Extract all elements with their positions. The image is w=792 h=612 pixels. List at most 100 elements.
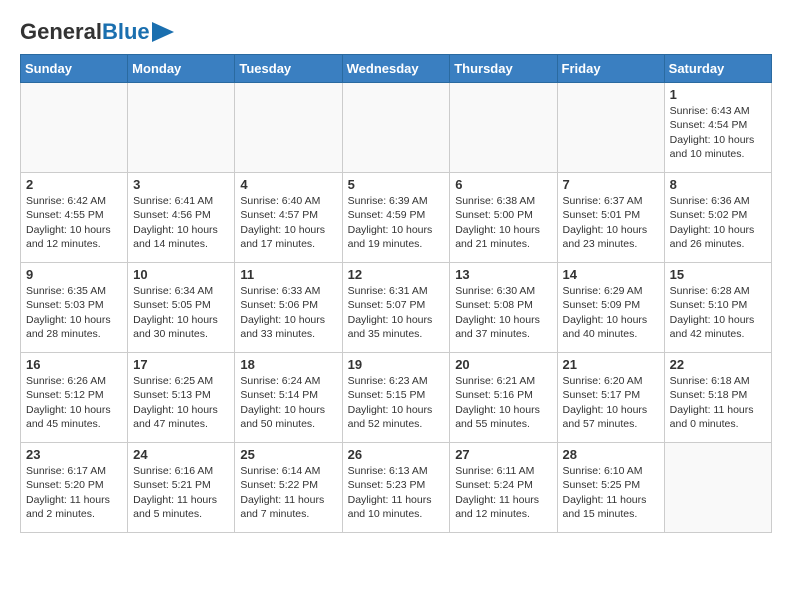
calendar-cell: 5Sunrise: 6:39 AM Sunset: 4:59 PM Daylig… <box>342 173 450 263</box>
day-info: Sunrise: 6:25 AM Sunset: 5:13 PM Dayligh… <box>133 374 229 431</box>
calendar-cell: 24 Sunrise: 6:16 AM Sunset: 5:21 PM Dayli… <box>128 443 235 533</box>
calendar-cell: 4 Sunrise: 6:40 AM Sunset: 4:57 PM Daylig… <box>235 173 342 263</box>
day-number: 21 <box>563 357 659 372</box>
day-number: 14 <box>563 267 659 282</box>
day-info: Sunrise: 6:26 AM Sunset: 5:12 PM Dayligh… <box>26 374 122 431</box>
calendar-cell <box>342 83 450 173</box>
day-info: Sunrise: 6:16 AM Sunset: 5:21 PM Dayligh… <box>133 464 229 521</box>
calendar-cell: 6 Sunrise: 6:38 AM Sunset: 5:00 PM Daylig… <box>450 173 557 263</box>
calendar-cell: 28 Sunrise: 6:10 AM Sunset: 5:25 PM Dayli… <box>557 443 664 533</box>
day-info: Sunrise: 6:40 AM Sunset: 4:57 PM Dayligh… <box>240 194 336 251</box>
day-number: 3 <box>133 177 229 192</box>
day-info: Sunrise: 6:23 AM Sunset: 5:15 PM Dayligh… <box>348 374 445 431</box>
day-info: Sunrise: 6:38 AM Sunset: 5:00 PM Dayligh… <box>455 194 551 251</box>
weekday-header-sunday: Sunday <box>21 55 128 83</box>
calendar-cell <box>557 83 664 173</box>
calendar-cell: 17 Sunrise: 6:25 AM Sunset: 5:13 PM Dayli… <box>128 353 235 443</box>
day-info: Sunrise: 6:13 AM Sunset: 5:23 PM Dayligh… <box>348 464 445 521</box>
day-number: 28 <box>563 447 659 462</box>
day-number: 20 <box>455 357 551 372</box>
calendar-cell: 20 Sunrise: 6:21 AM Sunset: 5:16 PM Dayli… <box>450 353 557 443</box>
day-info: Sunrise: 6:30 AM Sunset: 5:08 PM Dayligh… <box>455 284 551 341</box>
calendar-week-row: 16Sunrise: 6:26 AM Sunset: 5:12 PM Dayli… <box>21 353 772 443</box>
day-number: 4 <box>240 177 336 192</box>
day-info: Sunrise: 6:35 AM Sunset: 5:03 PM Dayligh… <box>26 284 122 341</box>
day-info: Sunrise: 6:14 AM Sunset: 5:22 PM Dayligh… <box>240 464 336 521</box>
calendar-cell: 19 Sunrise: 6:23 AM Sunset: 5:15 PM Dayli… <box>342 353 450 443</box>
day-info: Sunrise: 6:29 AM Sunset: 5:09 PM Dayligh… <box>563 284 659 341</box>
calendar-cell: 21 Sunrise: 6:20 AM Sunset: 5:17 PM Dayli… <box>557 353 664 443</box>
day-info: Sunrise: 6:31 AM Sunset: 5:07 PM Dayligh… <box>348 284 445 341</box>
calendar-cell: 16Sunrise: 6:26 AM Sunset: 5:12 PM Dayli… <box>21 353 128 443</box>
day-info: Sunrise: 6:34 AM Sunset: 5:05 PM Dayligh… <box>133 284 229 341</box>
day-number: 19 <box>348 357 445 372</box>
calendar-table: SundayMondayTuesdayWednesdayThursdayFrid… <box>20 54 772 533</box>
day-number: 24 <box>133 447 229 462</box>
day-info: Sunrise: 6:11 AM Sunset: 5:24 PM Dayligh… <box>455 464 551 521</box>
calendar-week-row: 23 Sunrise: 6:17 AM Sunset: 5:20 PM Dayli… <box>21 443 772 533</box>
calendar-cell: 9 Sunrise: 6:35 AM Sunset: 5:03 PM Daylig… <box>21 263 128 353</box>
weekday-header-monday: Monday <box>128 55 235 83</box>
calendar-cell: 14 Sunrise: 6:29 AM Sunset: 5:09 PM Dayli… <box>557 263 664 353</box>
day-info: Sunrise: 6:39 AM Sunset: 4:59 PM Dayligh… <box>348 194 445 251</box>
day-info: Sunrise: 6:21 AM Sunset: 5:16 PM Dayligh… <box>455 374 551 431</box>
calendar-cell: 11 Sunrise: 6:33 AM Sunset: 5:06 PM Dayli… <box>235 263 342 353</box>
day-number: 7 <box>563 177 659 192</box>
day-number: 17 <box>133 357 229 372</box>
weekday-header-tuesday: Tuesday <box>235 55 342 83</box>
calendar-cell: 1 Sunrise: 6:43 AM Sunset: 4:54 PM Daylig… <box>664 83 771 173</box>
day-info: Sunrise: 6:18 AM Sunset: 5:18 PM Dayligh… <box>670 374 766 431</box>
calendar-cell: 25 Sunrise: 6:14 AM Sunset: 5:22 PM Dayli… <box>235 443 342 533</box>
day-info: Sunrise: 6:42 AM Sunset: 4:55 PM Dayligh… <box>26 194 122 251</box>
day-number: 9 <box>26 267 122 282</box>
page-header: GeneralBlue <box>20 20 772 44</box>
day-number: 11 <box>240 267 336 282</box>
calendar-cell <box>664 443 771 533</box>
calendar-cell: 3Sunrise: 6:41 AM Sunset: 4:56 PM Daylig… <box>128 173 235 263</box>
day-number: 22 <box>670 357 766 372</box>
day-number: 1 <box>670 87 766 102</box>
day-number: 15 <box>670 267 766 282</box>
calendar-cell: 26 Sunrise: 6:13 AM Sunset: 5:23 PM Dayli… <box>342 443 450 533</box>
calendar-cell: 7 Sunrise: 6:37 AM Sunset: 5:01 PM Daylig… <box>557 173 664 263</box>
day-info: Sunrise: 6:24 AM Sunset: 5:14 PM Dayligh… <box>240 374 336 431</box>
weekday-header-row: SundayMondayTuesdayWednesdayThursdayFrid… <box>21 55 772 83</box>
calendar-cell <box>450 83 557 173</box>
logo-text: GeneralBlue <box>20 20 150 44</box>
weekday-header-friday: Friday <box>557 55 664 83</box>
logo-arrow-icon <box>152 22 174 42</box>
day-number: 12 <box>348 267 445 282</box>
calendar-cell: 2 Sunrise: 6:42 AM Sunset: 4:55 PM Daylig… <box>21 173 128 263</box>
day-number: 25 <box>240 447 336 462</box>
day-number: 10 <box>133 267 229 282</box>
logo: GeneralBlue <box>20 20 174 44</box>
day-info: Sunrise: 6:17 AM Sunset: 5:20 PM Dayligh… <box>26 464 122 521</box>
calendar-cell: 13 Sunrise: 6:30 AM Sunset: 5:08 PM Dayli… <box>450 263 557 353</box>
calendar-cell: 23 Sunrise: 6:17 AM Sunset: 5:20 PM Dayli… <box>21 443 128 533</box>
weekday-header-wednesday: Wednesday <box>342 55 450 83</box>
day-number: 13 <box>455 267 551 282</box>
calendar-week-row: 2 Sunrise: 6:42 AM Sunset: 4:55 PM Daylig… <box>21 173 772 263</box>
day-info: Sunrise: 6:33 AM Sunset: 5:06 PM Dayligh… <box>240 284 336 341</box>
day-number: 8 <box>670 177 766 192</box>
calendar-cell <box>128 83 235 173</box>
weekday-header-thursday: Thursday <box>450 55 557 83</box>
day-info: Sunrise: 6:10 AM Sunset: 5:25 PM Dayligh… <box>563 464 659 521</box>
calendar-cell: 8Sunrise: 6:36 AM Sunset: 5:02 PM Daylig… <box>664 173 771 263</box>
day-number: 26 <box>348 447 445 462</box>
day-info: Sunrise: 6:20 AM Sunset: 5:17 PM Dayligh… <box>563 374 659 431</box>
calendar-cell: 10 Sunrise: 6:34 AM Sunset: 5:05 PM Dayli… <box>128 263 235 353</box>
day-number: 23 <box>26 447 122 462</box>
day-number: 6 <box>455 177 551 192</box>
calendar-cell: 27Sunrise: 6:11 AM Sunset: 5:24 PM Dayli… <box>450 443 557 533</box>
day-info: Sunrise: 6:43 AM Sunset: 4:54 PM Dayligh… <box>670 104 766 161</box>
day-number: 2 <box>26 177 122 192</box>
weekday-header-saturday: Saturday <box>664 55 771 83</box>
day-info: Sunrise: 6:28 AM Sunset: 5:10 PM Dayligh… <box>670 284 766 341</box>
calendar-week-row: 9 Sunrise: 6:35 AM Sunset: 5:03 PM Daylig… <box>21 263 772 353</box>
calendar-cell: 22 Sunrise: 6:18 AM Sunset: 5:18 PM Dayli… <box>664 353 771 443</box>
day-info: Sunrise: 6:37 AM Sunset: 5:01 PM Dayligh… <box>563 194 659 251</box>
calendar-cell <box>235 83 342 173</box>
calendar-cell: 12 Sunrise: 6:31 AM Sunset: 5:07 PM Dayli… <box>342 263 450 353</box>
day-number: 18 <box>240 357 336 372</box>
